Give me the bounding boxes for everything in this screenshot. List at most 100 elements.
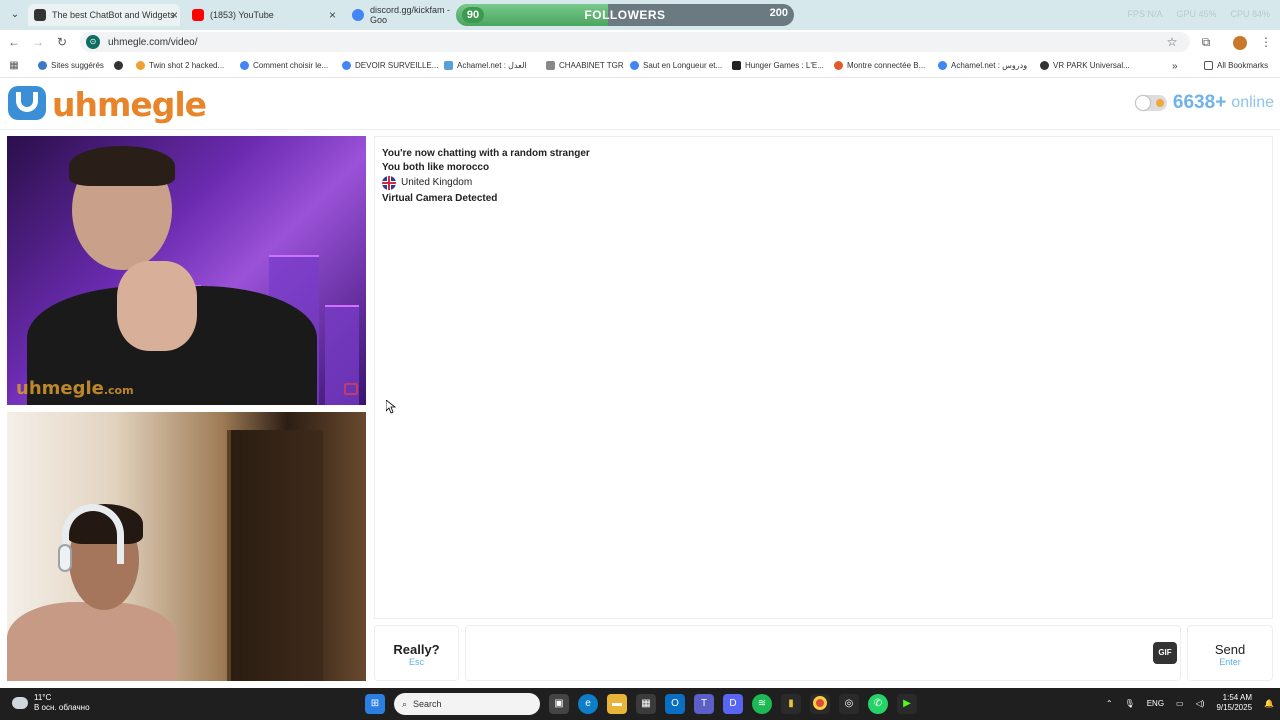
bookmark-item[interactable]: Saut en Longueur et... [630, 61, 722, 70]
spotify-icon[interactable]: ≋ [752, 694, 772, 714]
browser-menu-icon[interactable]: ⋮ [1258, 34, 1274, 50]
file-explorer-icon[interactable]: ▬ [607, 694, 627, 714]
globe-icon [1040, 61, 1049, 70]
whatsapp-icon[interactable]: ✆ [868, 694, 888, 714]
send-button-label: Send [1214, 642, 1246, 657]
background-door [227, 430, 323, 681]
microphone-icon[interactable]: 🎙 [1125, 699, 1135, 708]
browser-tab-chatbot[interactable]: The best ChatBot and Widgets × [28, 4, 180, 26]
apps-grid-icon[interactable]: ▦ [6, 58, 22, 74]
site-logo[interactable]: uhmegle [8, 84, 207, 124]
bookmark-item[interactable]: Twin shot 2 hacked... [136, 61, 224, 70]
chat-log: You're now chatting with a random strang… [374, 136, 1273, 619]
bookmark-label: VR PARK Universal... [1053, 61, 1130, 70]
address-bar[interactable]: ⊙ uhmegle.com/video/ [80, 32, 1190, 52]
system-tray: ⌃ 🎙 ENG ▭ ◁) 1:54 AM 9/15/2025 🔔 [1106, 693, 1274, 713]
taskbar-apps: ⊞ ⌕ Search ▣ e ▬ ▦ O T D ≋ ▮ ◎ ✆ ▶ [365, 693, 917, 715]
volume-icon[interactable]: ◁) [1196, 699, 1205, 708]
search-icon: ⌕ [402, 698, 408, 709]
start-windows-icon[interactable]: ⊞ [365, 694, 385, 714]
url-text: uhmegle.com/video/ [108, 36, 198, 48]
bookmark-item[interactable] [114, 61, 127, 70]
fps-stat: FPS N/A [1127, 9, 1163, 19]
all-bookmarks-label: All Bookmarks [1217, 61, 1269, 70]
bookmark-item[interactable]: Sites suggérés [38, 61, 104, 70]
temperature: 11°C [34, 693, 52, 702]
stop-button[interactable]: Really? Esc [374, 625, 459, 681]
network-icon[interactable]: ▭ [1176, 699, 1184, 708]
stranger-hand [117, 261, 197, 351]
stop-button-hint: Esc [408, 657, 424, 667]
bookmark-item[interactable]: Montre connectée B... [834, 61, 925, 70]
outlook-icon[interactable]: O [665, 694, 685, 714]
bookmark-star-icon[interactable]: ☆ [1164, 34, 1180, 50]
browser-tab-youtube[interactable]: (1853) YouTube × [186, 4, 338, 26]
performance-overlay: FPS N/A GPU 45% CPU 84% [1127, 9, 1270, 19]
page-icon [546, 61, 555, 70]
self-body [7, 602, 177, 681]
tab-title: The best ChatBot and Widgets [52, 10, 175, 20]
folder-icon [1204, 61, 1213, 70]
reload-icon[interactable]: ↻ [54, 34, 70, 50]
online-label: online [1231, 94, 1274, 111]
back-icon[interactable]: ← [6, 34, 22, 50]
send-button[interactable]: Send Enter [1187, 625, 1273, 681]
bookmark-item[interactable]: DEVOIR SURVEILLE... [342, 61, 438, 70]
browser-toolbar: ← → ↻ ⊙ uhmegle.com/video/ ☆ ⧉ ⋮ [0, 30, 1280, 54]
bookmark-label: Hunger Games : L'E... [745, 61, 824, 70]
system-clock[interactable]: 1:54 AM 9/15/2025 [1216, 693, 1252, 713]
virtual-camera-warning: Virtual Camera Detected [382, 193, 498, 204]
cloud-icon [12, 697, 28, 709]
task-view-icon[interactable]: ▣ [549, 694, 569, 714]
tray-overflow-chevron-icon[interactable]: ⌃ [1106, 699, 1113, 708]
stream-app-icon[interactable]: ▮ [781, 694, 801, 714]
notifications-bell-icon[interactable]: 🔔 [1264, 699, 1274, 708]
headphone-cup-icon [58, 544, 72, 572]
followers-goal-overlay: 90 FOLLOWERS 200 [456, 4, 794, 26]
bookmark-item[interactable]: VR PARK Universal... [1040, 61, 1130, 70]
all-bookmarks-button[interactable]: All Bookmarks [1204, 61, 1268, 70]
taskbar-search[interactable]: ⌕ Search [394, 693, 540, 715]
stranger-video: uhmegle.com [7, 136, 366, 405]
weather-condition: В осн. облачно [34, 703, 90, 712]
chrome-icon[interactable] [810, 694, 830, 714]
tab-search-dropdown-icon[interactable]: ⌄ [6, 6, 24, 24]
bookmark-icon [834, 61, 843, 70]
tab-title: (1853) YouTube [210, 10, 274, 20]
report-flag-icon[interactable] [344, 383, 358, 395]
gif-button[interactable]: GIF [1153, 642, 1177, 664]
forward-icon[interactable]: → [30, 34, 46, 50]
more-bookmarks-chevron-icon[interactable]: » [1172, 61, 1178, 72]
common-interest-message: You both like morocco [382, 162, 490, 173]
uhmegle-logo-icon [8, 84, 48, 124]
teams-icon[interactable]: T [694, 694, 714, 714]
app-icon[interactable]: ◎ [839, 694, 859, 714]
close-tab-icon[interactable]: × [329, 8, 336, 22]
weather-widget[interactable]: 11°C В осн. облачно [12, 693, 90, 713]
google-icon [938, 61, 947, 70]
bookmark-item[interactable]: CHAABINET TGR [546, 61, 624, 70]
followers-label: FOLLOWERS [584, 8, 666, 22]
kick-icon[interactable]: ▶ [897, 694, 917, 714]
browser-tab-discord[interactable]: discord.gg/kickfam - Goo [346, 4, 456, 26]
bookmark-item[interactable]: Comment choisir le... [240, 61, 328, 70]
bookmark-item[interactable]: Achamel.net : ودروس [938, 61, 1027, 70]
language-indicator[interactable]: ENG [1147, 699, 1164, 708]
store-icon[interactable]: ▦ [636, 694, 656, 714]
profile-avatar-icon[interactable] [1232, 34, 1248, 50]
bookmark-label: Sites suggérés [51, 61, 104, 70]
toggle-knob [1135, 96, 1150, 110]
google-icon [240, 61, 249, 70]
close-tab-icon[interactable]: × [171, 8, 178, 22]
theme-toggle[interactable] [1134, 95, 1167, 111]
message-input[interactable] [465, 625, 1181, 681]
mouse-cursor-icon [386, 400, 396, 414]
bookmark-label: CHAABINET TGR [559, 61, 624, 70]
site-info-icon[interactable]: ⊙ [86, 35, 100, 49]
bookmark-item[interactable]: Hunger Games : L'E... [732, 61, 824, 70]
bookmark-item[interactable]: Achamel.net : العدل [444, 61, 527, 70]
discord-icon[interactable]: D [723, 694, 743, 714]
edge-browser-icon[interactable]: e [578, 694, 598, 714]
extensions-icon[interactable]: ⧉ [1198, 34, 1214, 50]
windows-taskbar: 11°C В осн. облачно ⊞ ⌕ Search ▣ e ▬ ▦ O… [0, 688, 1280, 720]
